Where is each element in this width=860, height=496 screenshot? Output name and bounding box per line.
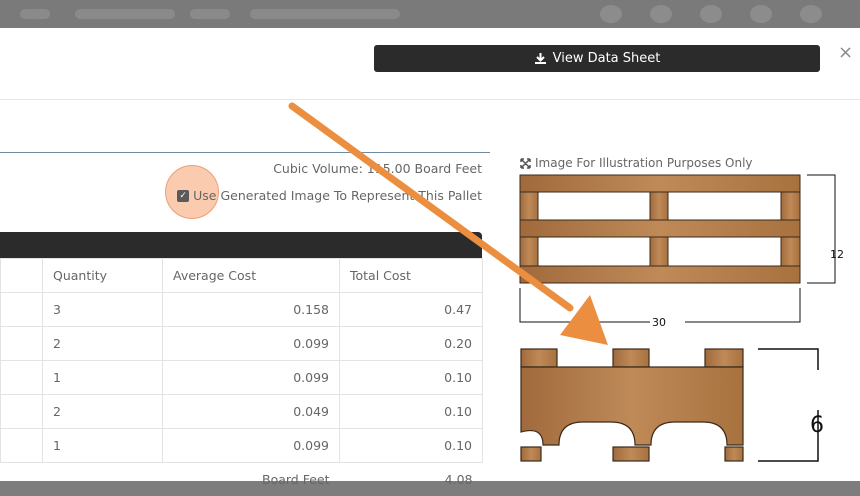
annotation-arrow-shaft <box>292 106 570 308</box>
annotation-arrow <box>0 0 860 481</box>
